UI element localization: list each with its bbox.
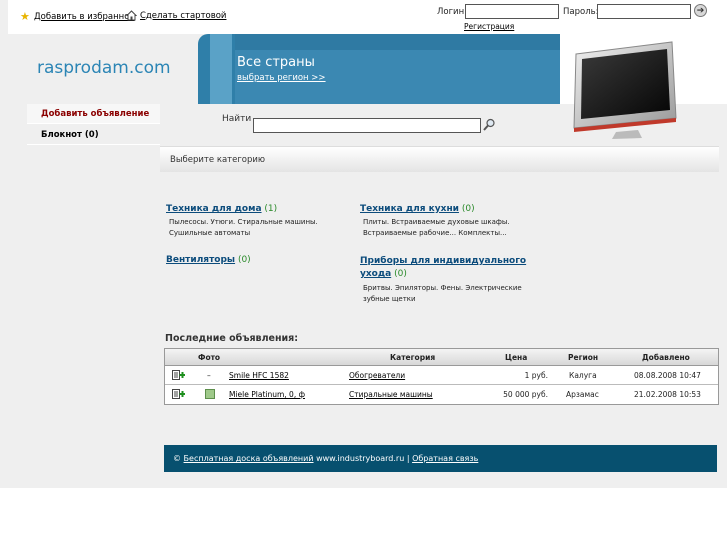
- free-board-link[interactable]: Бесплатная доска объявлений: [184, 454, 314, 463]
- category-kitchen: Техника для кухни (0) Плиты. Встраиваемы…: [360, 204, 550, 239]
- header-stripe-light: [210, 34, 232, 104]
- category-count: (0): [394, 269, 407, 279]
- select-region-link[interactable]: выбрать регион >>: [237, 73, 326, 83]
- category-title[interactable]: Техника для кухни: [360, 204, 459, 214]
- register-link[interactable]: Регистрация: [464, 22, 514, 31]
- column-category: Категория: [390, 353, 436, 362]
- notepad-add-icon[interactable]: [172, 370, 185, 380]
- homepage-label[interactable]: Сделать стартовой: [140, 11, 226, 21]
- row-name-link[interactable]: Miele Platinum, 0, ф: [229, 390, 305, 399]
- category-count: (0): [461, 204, 475, 214]
- password-label: Пароль:: [563, 7, 599, 17]
- category-bar-text: Выберите категорию: [170, 155, 266, 165]
- table-header: Фото Категория Цена Регион Добавлено: [165, 349, 718, 366]
- category-title[interactable]: Вентиляторы: [166, 255, 235, 265]
- row-added: 08.08.2008 10:47: [634, 371, 701, 380]
- row-name-link[interactable]: Smile HFC 1582: [229, 371, 289, 380]
- category-personal-care: Приборы для индивидуального ухода (0) Бр…: [360, 255, 550, 305]
- category-title[interactable]: Техника для дома: [166, 204, 262, 214]
- row-price: 50 000 руб.: [503, 390, 548, 399]
- last-ads-title: Последние объявления:: [165, 333, 299, 344]
- site-logo[interactable]: rasprodam.com: [37, 58, 171, 78]
- row-price: 1 руб.: [524, 371, 548, 380]
- add-to-favorites-link[interactable]: ★ Добавить в избранное: [20, 11, 135, 22]
- category-title[interactable]: Приборы для индивидуального ухода: [360, 256, 526, 279]
- search-input[interactable]: [253, 118, 481, 133]
- footer-text: © Бесплатная доска объявлений www.indust…: [173, 454, 478, 463]
- favorites-label[interactable]: Добавить в избранное: [34, 12, 135, 22]
- column-region: Регион: [568, 353, 599, 362]
- row-category-link[interactable]: Обогреватели: [349, 371, 405, 380]
- copyright-sign: ©: [173, 454, 181, 463]
- category-fans: Вентиляторы (0): [166, 255, 346, 265]
- row-region: Арзамас: [566, 390, 599, 399]
- category-desc: Бритвы. Эпиляторы. Фены. Электрические з…: [363, 284, 522, 303]
- home-icon: [125, 10, 138, 21]
- header-band-top: [232, 34, 572, 50]
- password-input[interactable]: [597, 4, 691, 19]
- row-category-link[interactable]: Стиральные машины: [349, 390, 433, 399]
- category-count: (0): [237, 255, 251, 265]
- category-home-appliances: Техника для дома (1) Пылесосы. Утюги. Ст…: [166, 204, 346, 239]
- column-photo: Фото: [198, 353, 221, 362]
- site-name: www.industryboard.ru |: [316, 454, 410, 463]
- row-photo: –: [207, 371, 211, 380]
- category-count: (1): [264, 204, 278, 214]
- region-title: Все страны: [237, 55, 315, 70]
- table-row[interactable]: Miele Platinum, 0, ф Стиральные машины 5…: [165, 385, 718, 404]
- login-input[interactable]: [465, 4, 559, 19]
- row-region: Калуга: [569, 371, 597, 380]
- login-submit-icon[interactable]: ➔: [694, 4, 707, 17]
- category-desc: Плиты. Встраиваемые духовые шкафы. Встра…: [363, 218, 510, 237]
- star-icon: ★: [20, 10, 30, 23]
- photo-thumbnail-icon[interactable]: [205, 389, 215, 399]
- table-row[interactable]: – Smile HFC 1582 Обогреватели 1 руб. Кал…: [165, 366, 718, 385]
- login-label: Логин:: [437, 7, 468, 17]
- column-price: Цена: [505, 353, 528, 362]
- search-label: Найти: [222, 114, 252, 124]
- notepad-add-icon[interactable]: [172, 389, 185, 399]
- search-icon[interactable]: [483, 118, 495, 132]
- last-ads-table: Фото Категория Цена Регион Добавлено – S…: [164, 348, 719, 405]
- category-desc: Пылесосы. Утюги. Стиральные машины. Суши…: [169, 218, 318, 237]
- row-added: 21.02.2008 10:53: [634, 390, 701, 399]
- tv-illustration: [573, 41, 677, 139]
- column-added: Добавлено: [642, 353, 690, 362]
- make-homepage-link[interactable]: Сделать стартовой: [125, 10, 226, 21]
- feedback-link[interactable]: Обратная связь: [412, 454, 478, 463]
